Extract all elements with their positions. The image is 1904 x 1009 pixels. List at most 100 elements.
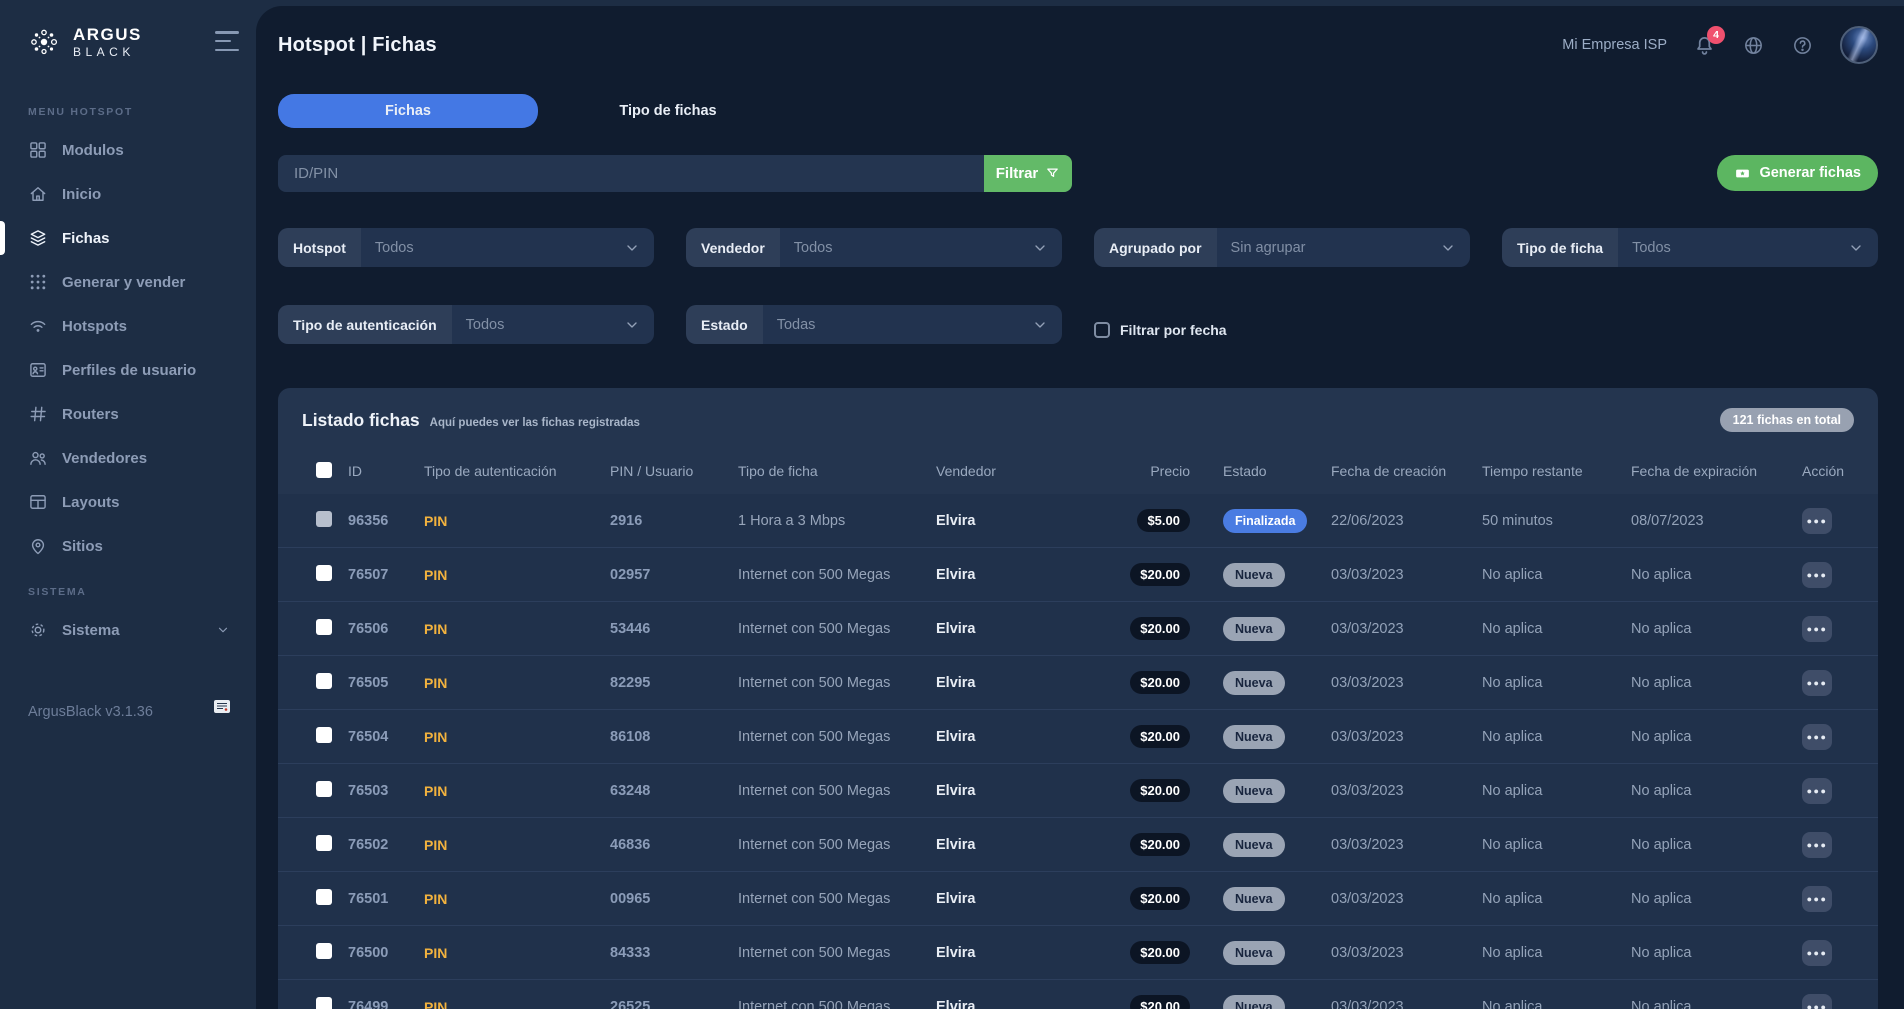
filter-agrupado-por[interactable]: Agrupado por Sin agrupar bbox=[1094, 228, 1470, 267]
filter-button[interactable]: Filtrar bbox=[984, 155, 1072, 192]
fecha-creacion: 03/03/2023 bbox=[1331, 891, 1482, 907]
row-actions-button[interactable]: ●●● bbox=[1802, 616, 1832, 642]
filter-tipo-de-ficha[interactable]: Tipo de ficha Todos bbox=[1502, 228, 1878, 267]
status-badge: Nueva bbox=[1223, 725, 1285, 749]
notification-count-badge: 4 bbox=[1707, 26, 1725, 44]
filter-vendedor[interactable]: Vendedor Todos bbox=[686, 228, 1062, 267]
column-header-pin-usuario: PIN / Usuario bbox=[610, 463, 738, 479]
pin-usuario: 82295 bbox=[610, 675, 738, 691]
chevron-down-icon bbox=[624, 317, 640, 333]
fecha-creacion: 03/03/2023 bbox=[1331, 837, 1482, 853]
row-checkbox[interactable] bbox=[316, 673, 332, 689]
sidebar-item-routers[interactable]: Routers bbox=[0, 392, 256, 436]
filter-estado[interactable]: Estado Todas bbox=[686, 305, 1062, 344]
row-checkbox[interactable] bbox=[316, 835, 332, 851]
sidebar-item-layouts[interactable]: Layouts bbox=[0, 480, 256, 524]
column-header-tipo-autenticacion: Tipo de autenticación bbox=[424, 463, 610, 479]
row-checkbox[interactable] bbox=[316, 781, 332, 797]
tab-bar: Fichas Tipo de fichas bbox=[278, 94, 1878, 128]
topbar: Hotspot | Fichas Mi Empresa ISP 4 bbox=[278, 6, 1878, 80]
ficha-id: 76507 bbox=[348, 567, 424, 583]
sidebar-item-label: Hotspots bbox=[62, 318, 127, 335]
sidebar-item-generar-y-vender[interactable]: Generar y vender bbox=[0, 260, 256, 304]
row-checkbox[interactable] bbox=[316, 889, 332, 905]
chevron-down-icon bbox=[1440, 240, 1456, 256]
column-header-precio: Precio bbox=[1126, 463, 1190, 479]
sidebar-collapse-button[interactable] bbox=[215, 31, 241, 51]
row-actions-button[interactable]: ●●● bbox=[1802, 994, 1832, 1009]
ficha-id: 96356 bbox=[348, 513, 424, 529]
fecha-expiracion: 08/07/2023 bbox=[1631, 513, 1802, 529]
filter-hotspot[interactable]: Hotspot Todos bbox=[278, 228, 654, 267]
row-actions-button[interactable]: ●●● bbox=[1802, 724, 1832, 750]
tab-fichas[interactable]: Fichas bbox=[278, 94, 538, 128]
search-input[interactable] bbox=[278, 155, 984, 192]
price-badge: $20.00 bbox=[1130, 833, 1190, 856]
layers-icon bbox=[28, 228, 48, 248]
filter-value: Sin agrupar bbox=[1217, 240, 1440, 256]
tipo-ficha: Internet con 500 Megas bbox=[738, 837, 936, 853]
row-actions-button[interactable]: ●●● bbox=[1802, 508, 1832, 534]
row-actions-button[interactable]: ●●● bbox=[1802, 940, 1832, 966]
page-title: Hotspot | Fichas bbox=[278, 34, 437, 57]
row-checkbox[interactable] bbox=[316, 619, 332, 635]
user-avatar[interactable] bbox=[1840, 26, 1878, 64]
fecha-creacion: 03/03/2023 bbox=[1331, 729, 1482, 745]
filter-label: Tipo de ficha bbox=[1502, 228, 1618, 267]
fichas-list-card: Listado fichas Aquí puedes ver las ficha… bbox=[278, 388, 1878, 1009]
row-checkbox[interactable] bbox=[316, 997, 332, 1009]
tipo-ficha: Internet con 500 Megas bbox=[738, 567, 936, 583]
hash-icon bbox=[28, 404, 48, 424]
ficha-id: 76499 bbox=[348, 999, 424, 1009]
table-row: 76501 PIN 00965 Internet con 500 Megas E… bbox=[278, 872, 1878, 926]
row-actions-button[interactable]: ●●● bbox=[1802, 778, 1832, 804]
ficha-id: 76505 bbox=[348, 675, 424, 691]
logo-line2: BLACK bbox=[73, 46, 142, 58]
vendedor: Elvira bbox=[936, 999, 1126, 1009]
select-all-checkbox[interactable] bbox=[316, 462, 332, 478]
sidebar-item-perfiles-de-usuario[interactable]: Perfiles de usuario bbox=[0, 348, 256, 392]
filter-tipo-de-autenticacion[interactable]: Tipo de autenticación Todos bbox=[278, 305, 654, 344]
fecha-expiracion: No aplica bbox=[1631, 567, 1802, 583]
filter-value: Todos bbox=[780, 240, 1032, 256]
logo-text: ARGUS BLACK bbox=[73, 26, 142, 58]
globe-icon bbox=[1742, 34, 1765, 57]
sidebar-item-inicio[interactable]: Inicio bbox=[0, 172, 256, 216]
filter-value: Todos bbox=[1618, 240, 1848, 256]
logo: ARGUS BLACK bbox=[0, 0, 256, 60]
date-filter-checkbox[interactable] bbox=[1094, 322, 1110, 338]
row-checkbox[interactable] bbox=[316, 565, 332, 581]
row-checkbox[interactable] bbox=[316, 727, 332, 743]
fecha-creacion: 03/03/2023 bbox=[1331, 783, 1482, 799]
row-actions-button[interactable]: ●●● bbox=[1802, 670, 1832, 696]
funnel-icon bbox=[1045, 166, 1060, 181]
row-actions-button[interactable]: ●●● bbox=[1802, 832, 1832, 858]
search-row: Filtrar Generar fichas bbox=[278, 155, 1878, 192]
row-checkbox[interactable] bbox=[316, 943, 332, 959]
generate-fichas-button[interactable]: Generar fichas bbox=[1717, 155, 1878, 191]
company-name[interactable]: Mi Empresa ISP bbox=[1562, 37, 1667, 53]
table-row: 76504 PIN 86108 Internet con 500 Megas E… bbox=[278, 710, 1878, 764]
sidebar-item-sitios[interactable]: Sitios bbox=[0, 524, 256, 568]
sidebar-item-hotspots[interactable]: Hotspots bbox=[0, 304, 256, 348]
tipo-ficha: Internet con 500 Megas bbox=[738, 621, 936, 637]
fecha-creacion: 03/03/2023 bbox=[1331, 945, 1482, 961]
tab-tipo-de-fichas[interactable]: Tipo de fichas bbox=[538, 94, 798, 128]
notifications-button[interactable]: 4 bbox=[1693, 34, 1716, 57]
filter-label: Agrupado por bbox=[1094, 228, 1217, 267]
price-badge: $20.00 bbox=[1130, 995, 1190, 1009]
sidebar-item-fichas[interactable]: Fichas bbox=[0, 216, 256, 260]
help-button[interactable] bbox=[1791, 34, 1814, 57]
language-button[interactable] bbox=[1742, 34, 1765, 57]
sidebar-item-vendedores[interactable]: Vendedores bbox=[0, 436, 256, 480]
row-checkbox[interactable] bbox=[316, 511, 332, 527]
sidebar-item-modulos[interactable]: Modulos bbox=[0, 128, 256, 172]
tiempo-restante: No aplica bbox=[1482, 891, 1631, 907]
status-badge: Nueva bbox=[1223, 617, 1285, 641]
table-row: 76507 PIN 02957 Internet con 500 Megas E… bbox=[278, 548, 1878, 602]
row-actions-button[interactable]: ●●● bbox=[1802, 886, 1832, 912]
table-row: 76506 PIN 53446 Internet con 500 Megas E… bbox=[278, 602, 1878, 656]
row-actions-button[interactable]: ●●● bbox=[1802, 562, 1832, 588]
sidebar-item-sistema[interactable]: Sistema bbox=[0, 608, 256, 652]
tipo-ficha: Internet con 500 Megas bbox=[738, 783, 936, 799]
